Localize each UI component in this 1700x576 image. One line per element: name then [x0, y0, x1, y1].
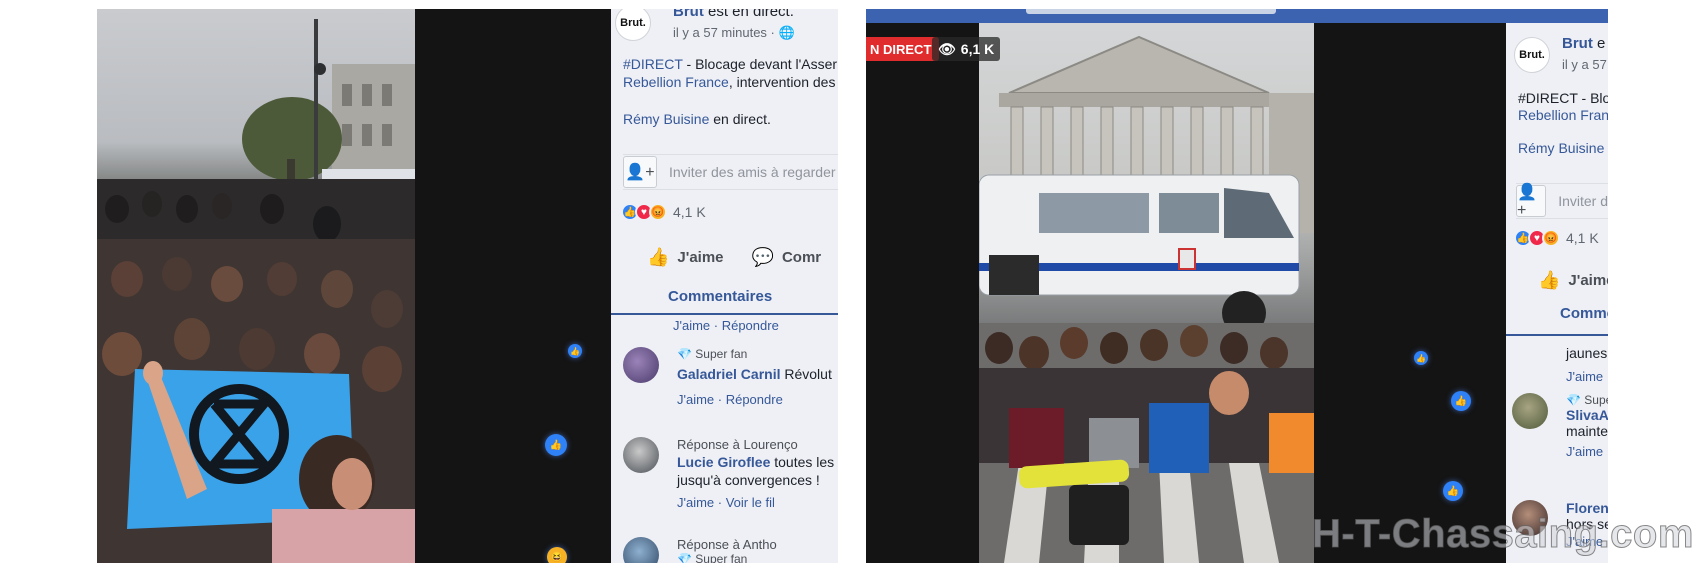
live-status-text: est en direct. [708, 9, 794, 20]
invite-friends-row[interactable]: 👤+ Inviter des amis à regarder [623, 154, 838, 190]
reply-to-label: Réponse à Lourenço [677, 437, 798, 452]
super-fan-badge: 💎 Super fan [677, 347, 748, 361]
reaction-count: 4,1 K [1566, 230, 1599, 246]
hashtag-direct[interactable]: #DIRECT [623, 56, 683, 72]
page-name-link[interactable]: Brut [673, 9, 704, 20]
commenter-avatar[interactable] [623, 537, 659, 563]
commenter-avatar[interactable] [623, 437, 659, 473]
like-button[interactable]: 👍 J'aime [1538, 270, 1608, 291]
left-screenshot-panel: 👍 👍 😆 Brut. Brut est en direct. il y a 5… [97, 9, 838, 563]
comment-text: jaunes [1566, 345, 1608, 361]
thumbs-up-icon: 👍 [647, 247, 670, 267]
super-fan-badge: 💎 Super fan [677, 552, 777, 563]
invite-friends-label: Inviter des amis à regarder [669, 164, 836, 180]
reaction-count: 4,1 K [673, 204, 706, 220]
facebook-live-sidebar: Brut. Brut est en direct. il y a 57 minu… [611, 9, 838, 563]
reporter-line: Rémy Buisine e [1518, 139, 1608, 157]
comment-item: Réponse à Antho 💎 Super fan [623, 537, 838, 563]
right-screenshot-panel: N DIRECT 👁 6,1 K 👍 👍 👍 Brut. Brut e il y… [866, 9, 1608, 563]
post-text-line-2: Rebellion France, intervention des [623, 74, 836, 90]
add-friend-icon[interactable]: 👤+ [1516, 184, 1547, 219]
invite-friends-label: Inviter d [1558, 193, 1608, 209]
floating-like-icon: 👍 [1414, 351, 1428, 365]
commenter-name[interactable]: Lucie Giroflee [677, 454, 770, 470]
screen-dark-background [866, 23, 979, 563]
comment-actions[interactable]: J'aime · Répondre [673, 318, 779, 333]
comment-content: Lucie Giroflee toutes les [677, 454, 835, 470]
comment-icon: 💬 [751, 247, 774, 267]
comments-tab-underline [611, 313, 838, 315]
post-text-line-1: #DIRECT - Bloc [1518, 90, 1608, 106]
comment-actions[interactable]: J'aime · Répondre [677, 392, 832, 407]
floating-like-icon: 👍 [568, 344, 582, 358]
reply-to-label: Réponse à Antho [677, 537, 777, 552]
eye-icon: 👁 [938, 40, 956, 57]
commenter-avatar[interactable] [1512, 393, 1548, 429]
brut-page-avatar[interactable]: Brut. [615, 9, 651, 41]
commenter-name[interactable]: Galadriel Carnil [677, 366, 780, 382]
post-actions-bar: 👍 J'aime 💬 Comr [647, 247, 838, 268]
comment-content: Galadriel Carnil Révolut [677, 366, 832, 382]
globe-icon: 🌐 [778, 25, 795, 40]
commenter-name[interactable]: SlivaAp [1566, 407, 1608, 423]
comment-button[interactable]: 💬 Comr [752, 247, 822, 268]
angry-reaction-icon: 😡 [649, 203, 667, 221]
floating-like-icon: 👍 [1451, 391, 1471, 411]
post-header: Brut e [1562, 35, 1606, 52]
reporter-line: Rémy Buisine en direct. [623, 111, 771, 127]
add-friend-icon[interactable]: 👤+ [623, 156, 657, 188]
thumbs-up-icon: 👍 [1538, 270, 1561, 290]
reporter-link[interactable]: Rémy Buisine [1518, 140, 1604, 156]
post-actions-bar: 👍 J'aime [1538, 270, 1608, 291]
comments-tab-underline [1506, 334, 1608, 336]
comment-item: 💎 Supe SlivaAp mainter J'aime · [1512, 393, 1608, 473]
address-field[interactable] [1026, 9, 1276, 14]
extinction-rebellion-link[interactable]: Rebellion Franc [1518, 106, 1608, 124]
comment-actions[interactable]: J'aime · [1566, 444, 1608, 459]
post-text-line-1: #DIRECT - Blocage devant l'Asser [623, 56, 838, 72]
invite-friends-row[interactable]: 👤+ Inviter d [1516, 183, 1608, 219]
comments-tab[interactable]: Comme [1560, 305, 1608, 322]
video-frame-protest[interactable] [97, 9, 415, 563]
super-fan-badge: 💎 Supe [1566, 393, 1608, 407]
comment-actions[interactable]: J'aime [1566, 369, 1603, 384]
reactions-summary[interactable]: 👍 ♥ 😡 4,1 K [1514, 229, 1599, 247]
browser-top-bar [866, 9, 1608, 23]
screen-dark-background [1314, 23, 1506, 563]
video-frame-assemblee[interactable] [979, 23, 1314, 563]
reactions-summary[interactable]: 👍 ♥ 😡 4,1 K [621, 203, 706, 221]
post-timestamp[interactable]: il y a 57 minutes · 🌐 [673, 25, 795, 41]
viewer-count-badge: 👁 6,1 K [932, 37, 1001, 61]
brut-page-avatar[interactable]: Brut. [1514, 37, 1550, 73]
comment-text-line-2: jusqu'à convergences ! [677, 472, 820, 488]
comment-text: mainter [1566, 423, 1608, 439]
diamond-icon: 💎 [677, 347, 692, 361]
live-badge: N DIRECT [866, 37, 940, 61]
floating-like-icon: 👍 [545, 434, 567, 456]
floating-like-icon: 👍 [1443, 481, 1463, 501]
comment-item: 💎 Super fan Galadriel Carnil Révolut J'a… [623, 347, 838, 427]
screen-dark-background [415, 9, 611, 563]
facebook-live-sidebar: Brut. Brut e il y a 57 #DIRECT - Bloc Re… [1506, 23, 1608, 563]
comment-actions[interactable]: J'aime · Voir le fil [677, 495, 834, 510]
protest-scene-illustration [97, 19, 415, 563]
watermark: H-T-Chassaing.com [1312, 512, 1694, 557]
commenter-avatar[interactable] [623, 347, 659, 383]
diamond-icon: 💎 [677, 552, 692, 563]
comments-tab[interactable]: Commentaires [668, 288, 772, 305]
diamond-icon: 💎 [1566, 393, 1581, 407]
angry-reaction-icon: 😡 [1542, 229, 1560, 247]
like-button[interactable]: 👍 J'aime [647, 247, 724, 268]
comment-item: Réponse à Lourenço Lucie Giroflee toutes… [623, 437, 838, 527]
reporter-link[interactable]: Rémy Buisine [623, 111, 709, 127]
extinction-rebellion-link[interactable]: Rebellion France [623, 74, 729, 90]
post-header: Brut est en direct. [673, 9, 794, 20]
viewer-count: 6,1 K [960, 41, 995, 57]
page-name-link[interactable]: Brut [1562, 35, 1593, 52]
assemblee-scene-illustration [979, 35, 1314, 563]
post-timestamp[interactable]: il y a 57 [1562, 57, 1607, 72]
floating-haha-icon: 😆 [547, 547, 567, 563]
